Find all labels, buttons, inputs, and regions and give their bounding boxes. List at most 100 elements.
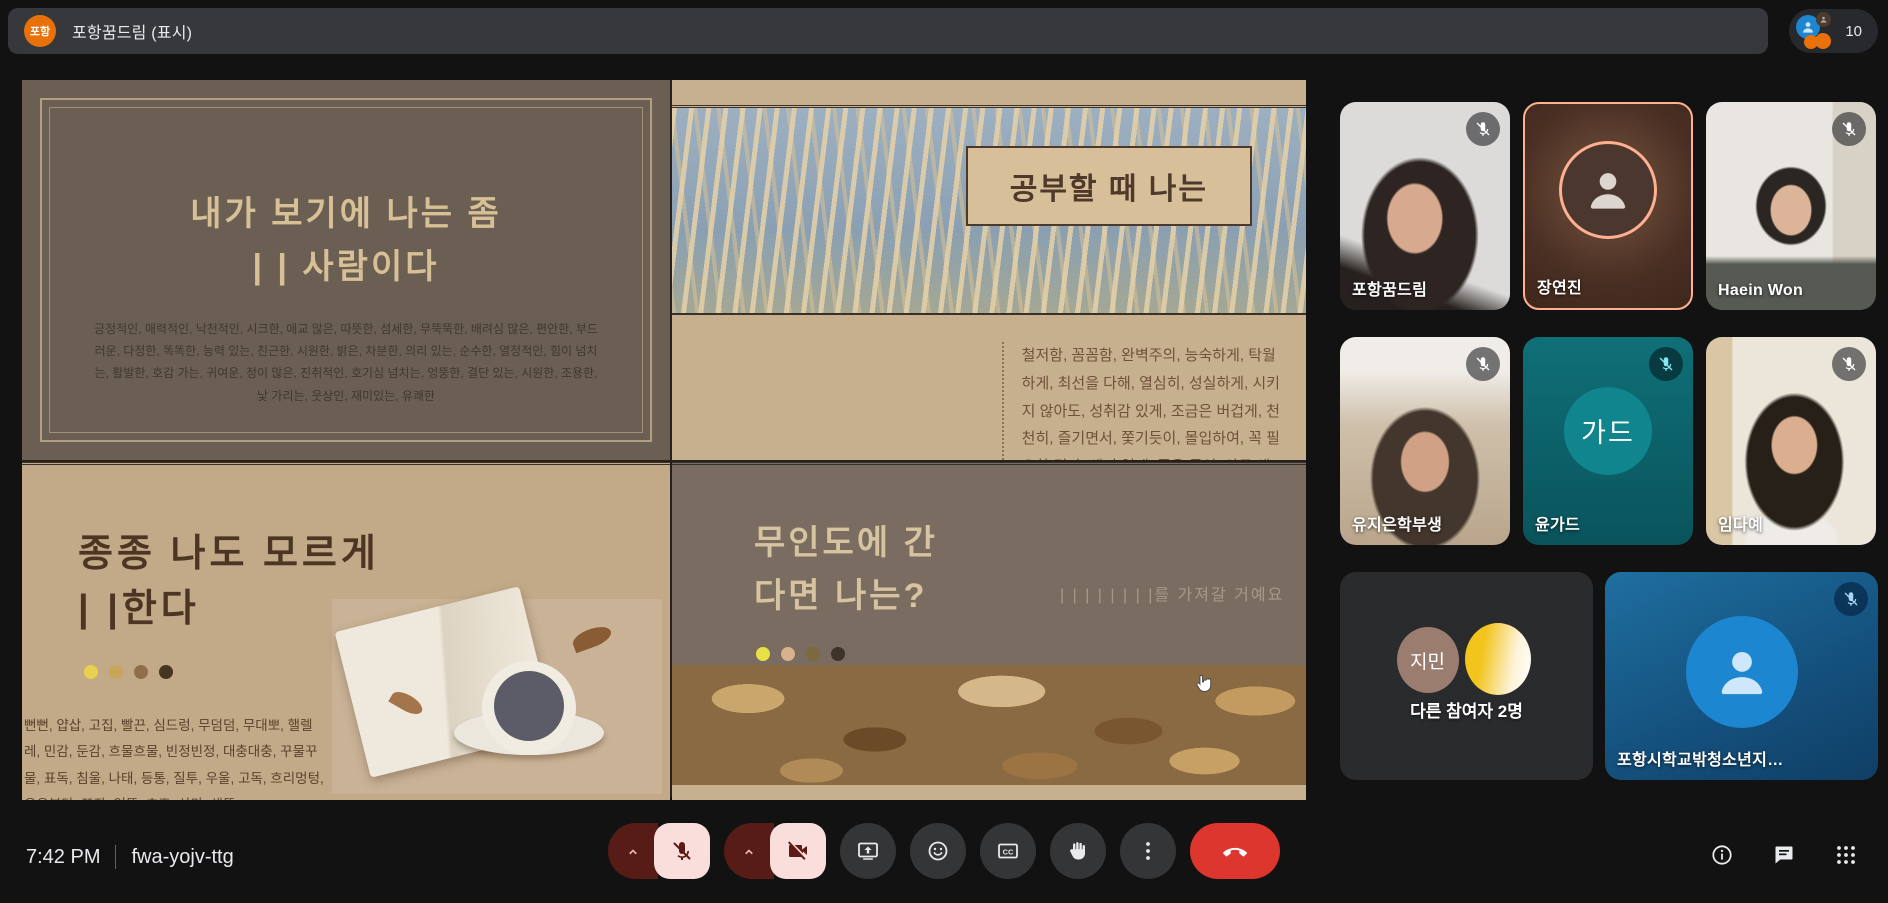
participant-name: 윤가드 [1535,511,1580,535]
dot-olive [806,647,820,661]
camera-toggle-button[interactable] [770,823,826,879]
mic-off-icon [1474,355,1492,373]
meeting-badge: 포항 [24,15,56,47]
person-icon [1800,19,1816,35]
slide-title: 무인도에 간 다면 나는? [754,517,938,622]
slide-top-right: 공부할 때 나는 철저함, 꼼꼼함, 완벽주의, 능숙하게, 탁월하게, 최선을… [672,80,1306,460]
participant-name: 포항꿈드림 [1352,276,1427,300]
dot-yellow [756,647,770,661]
chat-icon [1772,843,1796,867]
mic-toggle-button[interactable] [654,823,710,879]
dot-dark-brown [159,665,173,679]
avatar-jimin: 지민 [1397,627,1459,693]
person-icon [1710,640,1774,704]
svg-text:CC: CC [1003,847,1014,856]
meeting-title: 포항꿈드림 (표시) [72,19,192,43]
meeting-info: 7:42 PM fwa-yojv-ttg [26,845,234,869]
mic-muted-badge [1834,582,1868,616]
participant-avatar-dark [1816,12,1831,27]
present-screen-icon [856,839,880,863]
shared-screen: 내가 보기에 나는 좀 | | 사람이다 긍정적인, 매력적인, 낙천적인, 시… [22,80,1306,797]
slide-color-dots [84,665,173,679]
call-controls: CC [608,823,1280,879]
slide-hint-text: | | | | | | | |를 가져갈 거예요 [1060,581,1284,605]
end-call-button[interactable] [1190,823,1280,879]
slide-bottom-left: 종종 나도 모르게 | |한다 뻔뻔, 얍삽, 고집, 빨끈, 심드렁, 무덤덤… [22,462,670,800]
captions-icon: CC [996,839,1020,863]
leaf [570,623,614,654]
overflow-avatars: 지민 [1397,623,1537,695]
meeting-details-button[interactable] [1710,843,1734,867]
video-tile-jang-yeonjin-active-speaker[interactable]: 장연진 [1523,102,1693,310]
mic-off-icon [670,839,694,863]
person-icon [1581,163,1635,217]
video-tile-imdaye[interactable]: 임다예 [1706,337,1876,545]
raise-hand-icon [1066,839,1090,863]
chevron-up-icon [739,841,759,861]
autumn-leaves-photo [672,665,1306,785]
video-tile-yoon-gadeu[interactable]: 가드 윤가드 [1523,337,1693,545]
camera-options-button[interactable] [724,823,774,879]
present-screen-button[interactable] [840,823,896,879]
end-call-icon [1221,837,1249,865]
slide-title: 공부할 때 나는 [966,146,1252,226]
emoji-smile-icon [926,839,950,863]
video-tile-other-participants[interactable]: 지민 다른 참여자 2명 [1340,572,1593,780]
participant-count: 10 [1845,23,1862,40]
meeting-side-controls [1710,843,1858,867]
pampas-grass-photo: 공부할 때 나는 [672,108,1306,315]
mic-off-icon [1842,590,1860,608]
video-tile-yujieun[interactable]: 유지은학부생 [1340,337,1510,545]
meeting-title-bar: 포항 포항꿈드림 (표시) [8,8,1768,54]
slide-bottom-strip [672,785,1306,800]
participants-avatar-cluster [1795,11,1835,51]
avatar [1559,141,1657,239]
apps-grid-button[interactable] [1834,843,1858,867]
dot-dark [831,647,845,661]
person-icon [1819,15,1828,24]
camera-off-icon [786,839,810,863]
dot-gold [109,665,123,679]
clock-time: 7:42 PM [26,846,100,869]
apps-grid-icon [1834,843,1858,867]
avatar-yellow [1465,623,1531,695]
participant-name: 임다예 [1718,511,1763,535]
participant-name: Haein Won [1718,282,1803,300]
video-tile-haein-won[interactable]: Haein Won [1706,102,1876,310]
participant-name: 장연진 [1537,274,1582,298]
info-icon [1710,843,1734,867]
slide-body-text: 뻔뻔, 얍삽, 고집, 빨끈, 심드렁, 무덤덤, 무대뽀, 핼렐레, 민감, … [24,713,324,800]
slide-body-text: 긍정적인, 매력적인, 낙천적인, 시크한, 애교 많은, 따뜻한, 섬세한, … [94,318,598,407]
chat-button[interactable] [1772,843,1796,867]
mic-muted-badge [1466,112,1500,146]
mic-muted-badge [1832,112,1866,146]
slide-top-strip [672,80,1306,108]
chevron-up-icon [623,841,643,861]
camera-control-group [724,823,826,879]
initials-avatar: 가드 [1564,387,1652,475]
more-vertical-icon [1136,839,1160,863]
mic-options-button[interactable] [608,823,658,879]
reactions-button[interactable] [910,823,966,879]
mic-off-icon [1840,120,1858,138]
avatar [1686,616,1798,728]
participants-pill[interactable]: 10 [1789,9,1878,53]
divider [115,845,116,869]
meeting-badge-label: 포항 [30,23,50,39]
mic-off-icon [1840,355,1858,373]
mic-off-icon [1657,355,1675,373]
mic-muted-badge [1832,347,1866,381]
mic-muted-badge [1466,347,1500,381]
captions-button[interactable]: CC [980,823,1036,879]
mic-off-icon [1474,120,1492,138]
participant-name: 다른 참여자 2명 [1340,697,1593,722]
coffee-liquid [494,671,564,741]
participant-name: 포항시학교밖청소년지… [1617,746,1784,770]
more-options-button[interactable] [1120,823,1176,879]
video-tile-pohang-dream[interactable]: 포항꿈드림 [1340,102,1510,310]
dot-yellow [84,665,98,679]
video-tile-pohang-center[interactable]: 포항시학교밖청소년지… [1605,572,1878,780]
slide-color-dots [756,647,845,661]
slide-top-left: 내가 보기에 나는 좀 | | 사람이다 긍정적인, 매력적인, 낙천적인, 시… [22,80,670,460]
raise-hand-button[interactable] [1050,823,1106,879]
